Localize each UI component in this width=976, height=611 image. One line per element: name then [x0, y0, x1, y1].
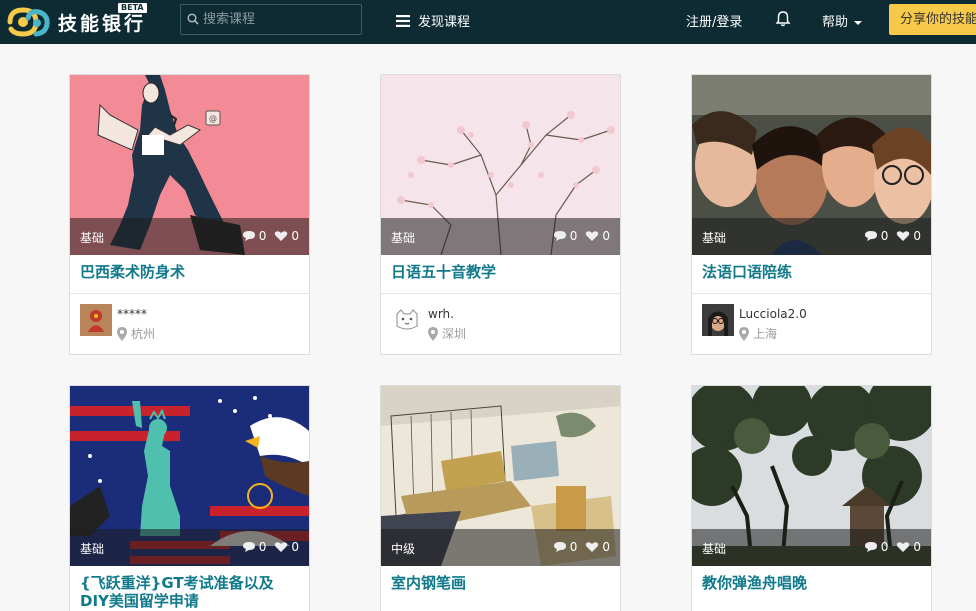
course-card[interactable]: @ 基础 0 0 巴西柔术防身术 ***** 杭州	[69, 74, 310, 355]
card-meta-overlay: 基础 0 0	[381, 218, 620, 255]
location: 上海	[739, 325, 777, 342]
brand-name[interactable]: 技能银行	[58, 9, 146, 36]
course-title[interactable]: 巴西柔术防身术	[80, 263, 302, 281]
card-stats: 0 0	[864, 229, 921, 243]
comment-count: 0	[880, 229, 889, 243]
map-pin-icon	[117, 326, 127, 341]
beta-badge: BETA	[118, 3, 147, 13]
discover-label: 发现课程	[418, 15, 471, 30]
card-meta-overlay: 基础 0 0	[70, 218, 309, 255]
like-count: 0	[913, 229, 921, 243]
course-title[interactable]: 日语五十音教学	[391, 263, 613, 281]
city-label: 深圳	[442, 327, 467, 341]
discover-courses-link[interactable]: 发现课程	[396, 11, 470, 30]
divider	[381, 293, 620, 294]
card-meta-overlay: 中级 0 0	[381, 529, 620, 566]
divider	[70, 293, 309, 294]
logo-icon[interactable]	[6, 5, 50, 39]
level-label: 基础	[702, 542, 727, 556]
comment-count: 0	[880, 540, 889, 554]
comment-icon	[864, 231, 877, 241]
help-dropdown[interactable]: 帮助	[822, 11, 863, 30]
level-label: 中级	[391, 542, 416, 556]
help-label: 帮助	[822, 15, 849, 30]
course-title[interactable]: 教你弹渔舟唱晚	[702, 574, 924, 592]
username[interactable]: Lucciola2.0	[739, 307, 807, 321]
comment-icon	[553, 231, 566, 241]
card-meta-overlay: 基础 0 0	[692, 218, 931, 255]
like-count: 0	[602, 229, 610, 243]
comment-icon	[553, 542, 566, 552]
comment-count: 0	[258, 540, 267, 554]
menu-icon	[396, 14, 410, 27]
avatar[interactable]	[80, 304, 112, 336]
level-label: 基础	[391, 231, 416, 245]
location: 杭州	[117, 325, 155, 342]
level-label: 基础	[80, 231, 105, 245]
comment-icon	[242, 542, 255, 552]
card-stats: 0 0	[864, 540, 921, 554]
like-count: 0	[291, 540, 299, 554]
username[interactable]: wrh.	[428, 307, 454, 321]
comment-count: 0	[569, 540, 578, 554]
course-card[interactable]: 基础 0 0 {飞跃重洋}GT考试准备以及DIY美国留学申请	[69, 385, 310, 611]
card-stats: 0 0	[553, 229, 610, 243]
like-count: 0	[291, 229, 299, 243]
course-title[interactable]: {飞跃重洋}GT考试准备以及DIY美国留学申请	[80, 574, 302, 610]
heart-icon	[586, 542, 599, 552]
city-label: 上海	[753, 327, 778, 341]
username[interactable]: *****	[117, 307, 147, 321]
map-pin-icon	[739, 326, 749, 341]
search-box	[180, 4, 362, 35]
like-count: 0	[913, 540, 921, 554]
card-stats: 0 0	[242, 229, 299, 243]
like-count: 0	[602, 540, 610, 554]
heart-icon	[275, 231, 288, 241]
comment-count: 0	[258, 229, 267, 243]
avatar[interactable]	[702, 304, 734, 336]
map-pin-icon	[428, 326, 438, 341]
comment-icon	[242, 231, 255, 241]
level-label: 基础	[80, 542, 105, 556]
search-input[interactable]	[203, 8, 353, 31]
divider	[692, 293, 931, 294]
location: 深圳	[428, 325, 466, 342]
card-stats: 0 0	[242, 540, 299, 554]
course-card[interactable]: 基础 0 0 法语口语陪练 Lucciola2.0 上海	[691, 74, 932, 355]
caret-down-icon	[854, 20, 863, 25]
svg-text:@: @	[209, 114, 217, 123]
course-title[interactable]: 法语口语陪练	[702, 263, 924, 281]
card-stats: 0 0	[553, 540, 610, 554]
card-meta-overlay: 基础 0 0	[692, 529, 931, 566]
login-register-link[interactable]: 注册/登录	[686, 11, 742, 30]
comment-icon	[864, 542, 877, 552]
course-card[interactable]: 基础 0 0 教你弹渔舟唱晚	[691, 385, 932, 611]
heart-icon	[586, 231, 599, 241]
comment-count: 0	[569, 229, 578, 243]
course-card[interactable]: 基础 0 0 日语五十音教学 wrh. 深圳	[380, 74, 621, 355]
level-label: 基础	[702, 231, 727, 245]
heart-icon	[275, 542, 288, 552]
top-navbar: 技能银行 BETA 发现课程 注册/登录 帮助 分享你的技能	[0, 0, 976, 44]
heart-icon	[897, 231, 910, 241]
heart-icon	[897, 542, 910, 552]
course-card[interactable]: 中级 0 0 室内钢笔画	[380, 385, 621, 611]
share-skill-button[interactable]: 分享你的技能	[889, 4, 976, 35]
avatar[interactable]	[391, 304, 423, 336]
card-meta-overlay: 基础 0 0	[70, 529, 309, 566]
city-label: 杭州	[131, 327, 156, 341]
course-title[interactable]: 室内钢笔画	[391, 574, 613, 592]
bell-icon[interactable]	[775, 10, 791, 31]
search-icon	[187, 13, 199, 25]
